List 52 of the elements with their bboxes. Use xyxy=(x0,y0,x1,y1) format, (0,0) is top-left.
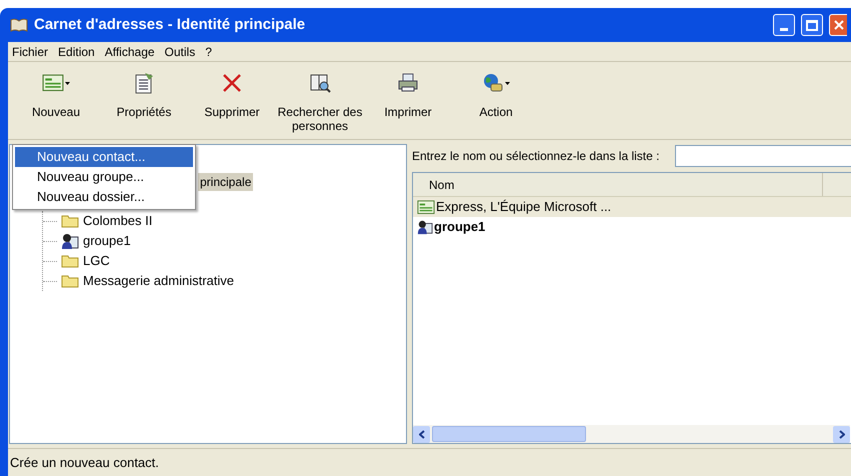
status-text: Crée un nouveau contact. xyxy=(9,454,159,472)
maximize-icon xyxy=(806,20,818,30)
toolbar-button[interactable]: Nouveau xyxy=(12,70,100,119)
chevron-left-icon xyxy=(418,430,424,438)
menu-item[interactable]: Edition xyxy=(58,42,95,60)
globe-phone-icon xyxy=(482,72,504,94)
search-field[interactable] xyxy=(675,145,851,167)
tree-item[interactable]: groupe1 xyxy=(83,231,131,251)
delete-icon xyxy=(221,72,243,94)
folder-icon xyxy=(61,254,79,268)
people-icon xyxy=(61,232,79,250)
tree-item[interactable]: Colombes II xyxy=(83,211,152,231)
scroll-right-button[interactable] xyxy=(833,426,850,442)
card-icon xyxy=(417,200,435,214)
toolbar-button[interactable]: Propriétés xyxy=(100,70,188,119)
contact-row[interactable]: Express, L'Équipe Microsoft ... xyxy=(413,197,851,217)
tree-item[interactable]: LGC xyxy=(83,251,110,271)
toolbar-button[interactable]: Action xyxy=(452,70,540,119)
scroll-left-button[interactable] xyxy=(413,426,430,442)
menu-item[interactable]: Nouveau dossier... xyxy=(15,187,193,207)
scrollbar-thumb[interactable] xyxy=(432,426,586,442)
book-search-icon xyxy=(309,72,331,94)
folder-icon xyxy=(61,214,79,228)
menu-item[interactable]: Affichage xyxy=(104,42,155,60)
menu-item[interactable]: Nouveau groupe... xyxy=(15,167,193,187)
close-icon xyxy=(834,20,844,30)
menu-item[interactable]: Outils xyxy=(164,42,196,60)
toolbar-button[interactable]: Imprimer xyxy=(364,70,452,119)
document-icon xyxy=(133,72,155,94)
search-label: Entrez le nom ou sélectionnez-le dans la liste : xyxy=(412,148,660,165)
menu-item[interactable]: Fichier xyxy=(12,42,48,60)
chevron-right-icon xyxy=(838,430,844,438)
folder-icon xyxy=(61,274,79,288)
toolbar-button[interactable]: Supprimer xyxy=(188,70,276,119)
printer-icon xyxy=(397,72,419,94)
contact-row[interactable]: groupe1 xyxy=(413,217,851,237)
window-title: Carnet d'adresses - Identité principale xyxy=(34,14,306,35)
card-icon xyxy=(42,74,64,92)
people-icon xyxy=(417,219,433,235)
maximize-button[interactable] xyxy=(801,14,823,36)
menu-item[interactable]: ? xyxy=(205,42,212,60)
book-icon xyxy=(10,18,28,32)
toolbar-button[interactable]: Rechercher des personnes xyxy=(276,70,364,133)
minimize-icon xyxy=(780,28,788,31)
contact-name: Express, L'Équipe Microsoft ... xyxy=(436,198,612,216)
tree-item[interactable]: principale xyxy=(198,173,254,191)
tree-item[interactable]: Messagerie administrative xyxy=(83,271,234,291)
close-button[interactable] xyxy=(829,14,847,36)
horizontal-scrollbar[interactable] xyxy=(413,425,850,443)
contact-name: groupe1 xyxy=(434,218,486,236)
menu-item[interactable]: Nouveau contact... xyxy=(15,147,193,167)
minimize-button[interactable] xyxy=(773,14,795,36)
